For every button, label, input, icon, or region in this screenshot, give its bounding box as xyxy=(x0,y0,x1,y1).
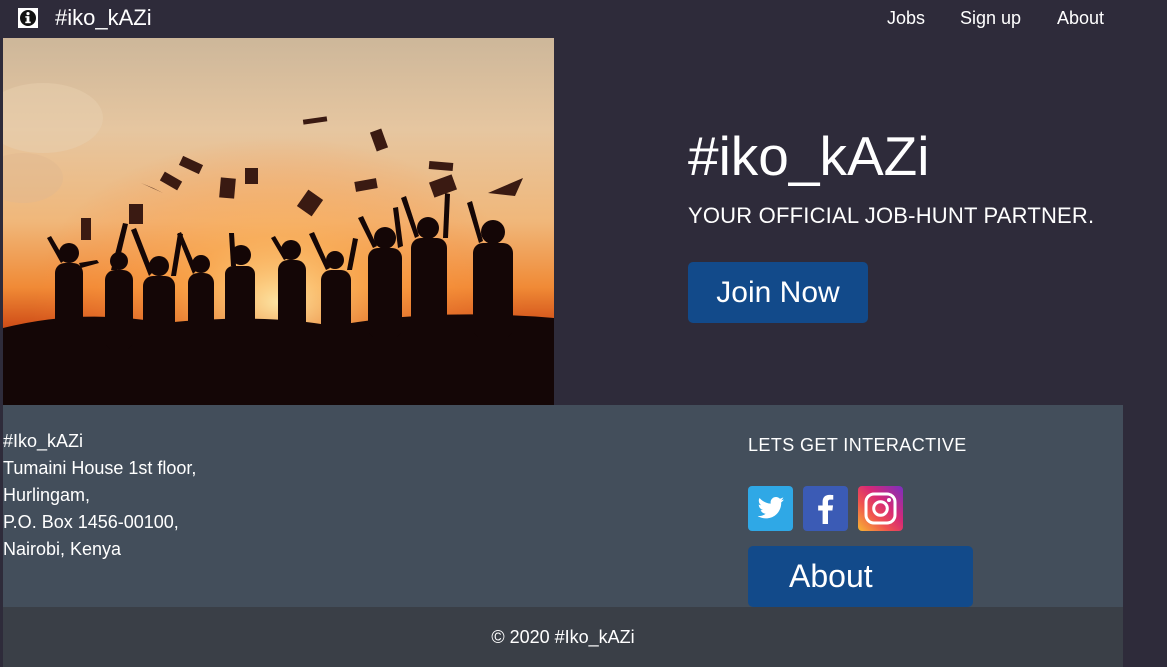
instagram-icon[interactable] xyxy=(858,486,903,531)
address-city: Nairobi, Kenya xyxy=(3,539,122,559)
footer-about-button[interactable]: About xyxy=(748,546,973,607)
hero-subtitle: YOUR OFFICIAL JOB-HUNT PARTNER. xyxy=(688,203,1095,228)
footer: #Iko_kAZi Tumaini House 1st floor, Hurli… xyxy=(3,405,1123,607)
nav-link-jobs[interactable]: Jobs xyxy=(887,7,925,29)
copyright-bar: © 2020 #Iko_kAZi xyxy=(3,607,1123,667)
join-now-button[interactable]: Join Now xyxy=(688,262,868,323)
address-company: #Iko_kAZi xyxy=(3,431,84,451)
copyright-text: © 2020 #Iko_kAZi xyxy=(491,627,635,647)
nav-link-sign-up[interactable]: Sign up xyxy=(960,7,1021,29)
twitter-icon[interactable] xyxy=(748,486,793,531)
facebook-icon[interactable] xyxy=(803,486,848,531)
address-building: Tumaini House 1st floor, xyxy=(3,458,197,478)
address-po-box: P.O. Box 1456-00100, xyxy=(3,512,179,532)
top-navbar: #iko_kAZi Jobs Sign up About xyxy=(0,0,1167,38)
address-area: Hurlingam, xyxy=(3,485,91,505)
hero-title: #iko_kAZi xyxy=(688,125,930,187)
brand-name[interactable]: #iko_kAZi xyxy=(55,5,152,31)
info-circle-icon[interactable] xyxy=(18,8,38,28)
nav-link-about[interactable]: About xyxy=(1057,7,1104,29)
hero-image xyxy=(3,38,554,405)
social-heading: LETS GET INTERACTIVE xyxy=(748,435,967,455)
